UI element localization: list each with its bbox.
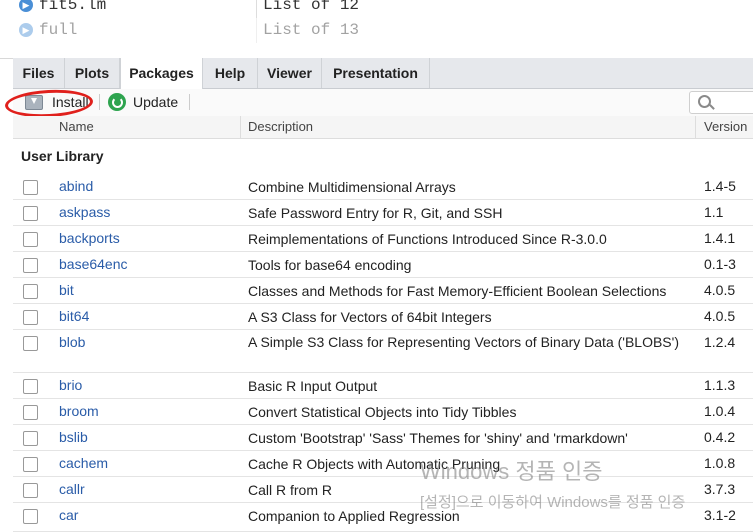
tab-presentation[interactable]: Presentation — [322, 58, 430, 88]
env-object-value: List of 12 — [263, 0, 360, 14]
package-link[interactable]: blob — [59, 334, 85, 350]
column-header-name[interactable]: Name — [59, 116, 94, 138]
package-version: 0.4.2 — [704, 429, 736, 445]
package-version: 3.1-2 — [704, 507, 736, 523]
table-row: base64enc Tools for base64 encoding 0.1-… — [13, 252, 753, 278]
package-description: Classes and Methods for Fast Memory-Effi… — [248, 283, 667, 299]
package-checkbox[interactable] — [23, 232, 38, 247]
search-input[interactable] — [689, 91, 753, 114]
package-version: 1.0.8 — [704, 455, 736, 471]
column-divider — [695, 116, 696, 138]
tab-plots[interactable]: Plots — [65, 58, 120, 88]
column-divider — [256, 0, 257, 18]
activation-watermark-subtitle: [설정]으로 이동하여 Windows를 정품 인증 — [420, 494, 686, 511]
package-description: Basic R Input Output — [248, 378, 378, 394]
package-version: 0.1-3 — [704, 256, 736, 272]
column-divider — [240, 116, 241, 138]
update-label: Update — [133, 94, 179, 110]
search-icon — [698, 95, 711, 108]
package-version: 1.0.4 — [704, 403, 736, 419]
package-description: A Simple S3 Class for Representing Vecto… — [248, 334, 679, 350]
table-row: askpass Safe Password Entry for R, Git, … — [13, 200, 753, 226]
column-divider — [256, 17, 257, 43]
package-checkbox[interactable] — [23, 180, 38, 195]
toolbar-divider — [189, 94, 190, 110]
package-link[interactable]: askpass — [59, 204, 110, 220]
package-description: Reimplementations of Functions Introduce… — [248, 231, 607, 247]
package-checkbox[interactable] — [23, 258, 38, 273]
environment-row[interactable]: ▶ fit5.lm List of 12 — [0, 0, 753, 18]
column-header-description[interactable]: Description — [248, 116, 313, 138]
package-link[interactable]: abind — [59, 178, 93, 194]
package-description: Tools for base64 encoding — [248, 257, 412, 273]
package-description: Safe Password Entry for R, Git, and SSH — [248, 205, 503, 221]
tab-viewer[interactable]: Viewer — [258, 58, 322, 88]
package-description: A S3 Class for Vectors of 64bit Integers — [248, 309, 492, 325]
package-version: 1.1 — [704, 204, 724, 220]
table-row: bit64 A S3 Class for Vectors of 64bit In… — [13, 304, 753, 330]
column-header-version[interactable]: Version — [704, 116, 747, 138]
package-checkbox[interactable] — [23, 431, 38, 446]
package-checkbox[interactable] — [23, 310, 38, 325]
package-checkbox[interactable] — [23, 405, 38, 420]
tab-files[interactable]: Files — [13, 58, 65, 88]
package-link[interactable]: bit64 — [59, 308, 89, 324]
section-user-library: User Library — [21, 148, 104, 164]
refresh-icon — [108, 93, 126, 111]
package-description: Custom 'Bootstrap' 'Sass' Themes for 'sh… — [248, 430, 628, 446]
env-object-name: full — [39, 21, 78, 39]
package-checkbox[interactable] — [23, 336, 38, 351]
package-description: Convert Statistical Objects into Tidy Ti… — [248, 404, 517, 420]
table-row: backports Reimplementations of Functions… — [13, 226, 753, 252]
package-link[interactable]: bslib — [59, 429, 88, 445]
table-row: broom Convert Statistical Objects into T… — [13, 399, 753, 425]
table-row: cachem Cache R Objects with Automatic Pr… — [13, 451, 753, 477]
env-object-name: fit5.lm — [39, 0, 107, 14]
activation-watermark-title: Windows 정품 인증 — [420, 459, 603, 484]
table-row: blob A Simple S3 Class for Representing … — [13, 330, 753, 373]
package-version: 1.4.1 — [704, 230, 736, 246]
package-link[interactable]: broom — [59, 403, 99, 419]
package-link[interactable]: callr — [59, 481, 85, 497]
package-link[interactable]: cachem — [59, 455, 108, 471]
table-row: bit Classes and Methods for Fast Memory-… — [13, 278, 753, 304]
package-version: 3.7.3 — [704, 481, 736, 497]
package-version: 1.4-5 — [704, 178, 736, 194]
environment-row[interactable]: ▶ full List of 13 — [0, 17, 753, 43]
package-link[interactable]: base64enc — [59, 256, 128, 272]
table-row: brio Basic R Input Output 1.1.3 — [13, 373, 753, 399]
package-link[interactable]: bit — [59, 282, 74, 298]
table-header: Name Description Version — [13, 116, 753, 139]
package-checkbox[interactable] — [23, 206, 38, 221]
package-checkbox[interactable] — [23, 457, 38, 472]
update-button[interactable]: Update — [108, 92, 178, 112]
packages-toolbar: Install Update — [13, 89, 753, 117]
package-link[interactable]: backports — [59, 230, 120, 246]
toolbar-divider — [99, 94, 100, 110]
env-object-value: List of 13 — [263, 21, 360, 39]
package-link[interactable]: car — [59, 507, 78, 523]
package-checkbox[interactable] — [23, 483, 38, 498]
table-row: bslib Custom 'Bootstrap' 'Sass' Themes f… — [13, 425, 753, 451]
package-checkbox[interactable] — [23, 284, 38, 299]
tab-help[interactable]: Help — [203, 58, 258, 88]
environment-pane: ▶ fit5.lm List of 12 ▶ full List of 13 — [0, 0, 753, 59]
package-checkbox[interactable] — [23, 509, 38, 524]
package-description: Combine Multidimensional Arrays — [248, 179, 456, 195]
expand-arrow-icon[interactable]: ▶ — [19, 0, 33, 12]
tab-packages[interactable]: Packages — [120, 58, 203, 89]
package-checkbox[interactable] — [23, 379, 38, 394]
package-version: 1.2.4 — [704, 334, 736, 350]
package-link[interactable]: brio — [59, 377, 82, 393]
table-row: abind Combine Multidimensional Arrays 1.… — [13, 174, 753, 200]
package-version: 1.1.3 — [704, 377, 736, 393]
expand-arrow-icon[interactable]: ▶ — [19, 23, 33, 37]
package-version: 4.0.5 — [704, 308, 736, 324]
package-version: 4.0.5 — [704, 282, 736, 298]
pane-tab-bar: Files Plots Packages Help Viewer Present… — [13, 58, 753, 89]
